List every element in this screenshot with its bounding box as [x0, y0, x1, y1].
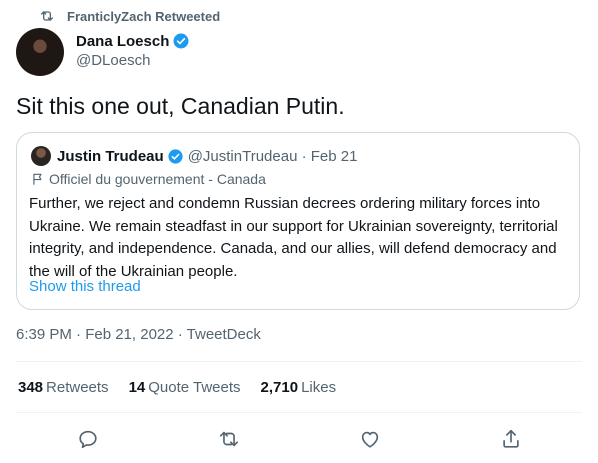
quoted-author-avatar[interactable]	[31, 146, 51, 166]
retweets-stat[interactable]: 348 Retweets	[18, 379, 109, 396]
verified-badge-icon	[168, 148, 183, 164]
author-name-text: Dana Loesch	[76, 32, 170, 50]
likes-stat[interactable]: 2,710 Likes	[261, 379, 337, 396]
quoted-tweet-line: integrity, and independence. Canada, and…	[29, 240, 557, 257]
share-button[interactable]	[500, 428, 522, 450]
government-label[interactable]: Officiel du gouvernement - Canada	[31, 170, 266, 188]
reply-button[interactable]	[77, 428, 99, 450]
retweeted-by-bar[interactable]: FranticlyZach Retweeted	[39, 6, 220, 26]
likes-label: Likes	[301, 379, 337, 396]
divider	[16, 412, 582, 413]
quoted-tweet-card[interactable]: Justin Trudeau @JustinTrudeau · Feb 21 O…	[16, 132, 580, 310]
retweet-button[interactable]	[218, 428, 240, 450]
quoted-tweet-line: Ukraine. We remain steadfast in our supp…	[29, 217, 558, 235]
divider	[16, 361, 582, 362]
tweet-text: Sit this one out, Canadian Putin.	[16, 93, 345, 119]
retweets-count: 348	[18, 379, 44, 396]
engagement-stats: 348 Retweets 14 Quote Tweets 2,710 Likes	[18, 379, 356, 396]
verified-badge-icon	[173, 33, 189, 49]
quoted-author-name[interactable]: Justin Trudeau	[57, 148, 164, 165]
likes-count: 2,710	[260, 379, 299, 396]
quoted-tweet-text: Further, we reject and condemn Russian d…	[29, 193, 559, 283]
author-handle[interactable]: @DLoesch	[76, 52, 150, 69]
quote-tweets-count: 14	[128, 379, 146, 396]
quoted-tweet-line: Further, we reject and condemn Russian d…	[29, 195, 541, 212]
author-avatar[interactable]	[16, 28, 64, 76]
like-button[interactable]	[359, 428, 381, 450]
retweet-icon	[219, 431, 239, 447]
author-name[interactable]: Dana Loesch	[76, 32, 190, 50]
tweet-timestamp[interactable]: 6:39 PM · Feb 21, 2022 · TweetDeck	[16, 326, 261, 343]
quoted-author-meta[interactable]: @JustinTrudeau · Feb 21	[188, 148, 358, 165]
reply-icon	[79, 430, 97, 449]
like-icon	[361, 431, 379, 448]
quote-tweets-stat[interactable]: 14 Quote Tweets	[129, 379, 241, 396]
retweets-label: Retweets	[46, 379, 109, 396]
retweeted-by-text: FranticlyZach Retweeted	[67, 8, 221, 24]
show-thread-link[interactable]: Show this thread	[29, 278, 141, 295]
flag-icon	[33, 173, 42, 185]
government-label-text: Officiel du gouvernement - Canada	[49, 171, 266, 187]
quoted-tweet-header: Justin Trudeau @JustinTrudeau · Feb 21	[31, 146, 357, 166]
retweet-icon	[41, 11, 53, 21]
quote-tweets-label: Quote Tweets	[148, 379, 241, 396]
share-icon	[503, 429, 519, 448]
